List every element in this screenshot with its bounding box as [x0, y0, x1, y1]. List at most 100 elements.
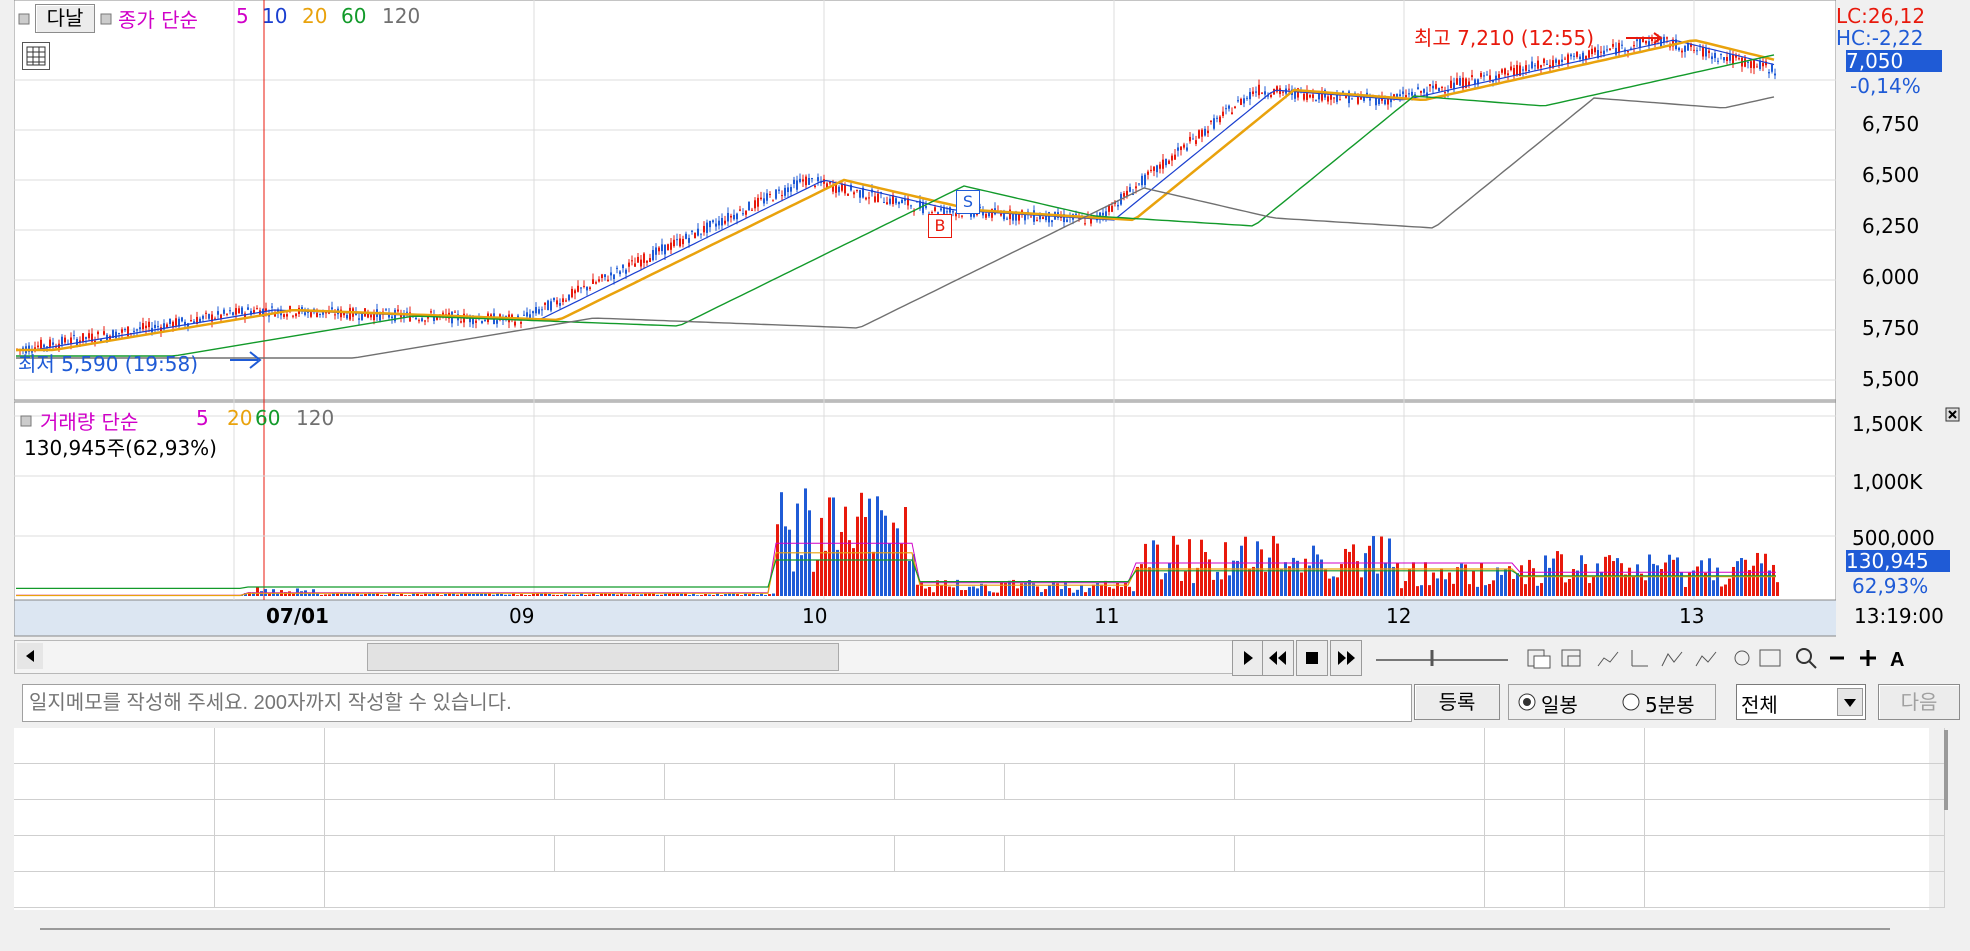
- volume-bar: [1084, 592, 1087, 596]
- fast-forward-button[interactable]: [1330, 640, 1362, 676]
- grid-cell[interactable]: [214, 836, 325, 872]
- grid-cell[interactable]: [324, 872, 1485, 908]
- volume-bar: [1424, 562, 1427, 596]
- triangle-left-icon: [26, 650, 34, 662]
- grid-cell[interactable]: [214, 872, 325, 908]
- grid-cell[interactable]: [1484, 872, 1565, 908]
- volume-bar: [924, 588, 927, 596]
- radio-daily[interactable]: [1517, 692, 1537, 712]
- grid-cell[interactable]: [1484, 836, 1565, 872]
- candle-body: [1234, 106, 1236, 109]
- grid-cell[interactable]: [324, 836, 555, 872]
- grid-cell[interactable]: [14, 800, 215, 836]
- rewind-button[interactable]: [1262, 640, 1294, 676]
- close-pane-button[interactable]: [1944, 406, 1962, 424]
- scroll-thumb[interactable]: [367, 643, 839, 671]
- grid-cell[interactable]: [664, 836, 895, 872]
- candle-body: [1246, 97, 1248, 99]
- grid-cell[interactable]: [14, 836, 215, 872]
- grid-cell[interactable]: [1004, 836, 1235, 872]
- candle-body: [1663, 36, 1665, 43]
- candle-body: [1708, 50, 1710, 54]
- grid-cell[interactable]: [214, 764, 325, 800]
- volume-legend-toggle[interactable]: [20, 412, 32, 431]
- candle-body: [568, 294, 570, 301]
- x-tick: 11: [1094, 604, 1120, 628]
- grid-cell[interactable]: [664, 764, 895, 800]
- candle-body: [769, 194, 771, 196]
- grid-cell[interactable]: [554, 836, 665, 872]
- period-button[interactable]: 다날: [35, 4, 95, 33]
- grid-cell[interactable]: [1564, 872, 1645, 908]
- grid-cell[interactable]: [1644, 764, 1945, 800]
- grid-cell[interactable]: [1644, 872, 1945, 908]
- memo-input[interactable]: [22, 684, 1412, 722]
- volume-bar: [700, 594, 703, 596]
- buy-marker[interactable]: B: [928, 214, 952, 238]
- grid-cell[interactable]: [14, 764, 215, 800]
- candle-body: [712, 220, 714, 223]
- volume-bar: [820, 517, 823, 596]
- candle-body: [1084, 223, 1086, 225]
- volume-bar: [888, 543, 891, 596]
- candle-body: [1555, 59, 1557, 63]
- grid-cell[interactable]: [1644, 728, 1945, 764]
- candle-body: [1255, 91, 1257, 93]
- grid-vscroll[interactable]: [1944, 730, 1948, 810]
- candle-body: [349, 307, 351, 320]
- grid-cell[interactable]: [324, 800, 1485, 836]
- grid-cell[interactable]: [324, 764, 555, 800]
- volume-bar: [1768, 570, 1771, 596]
- radio-daily-label: 일봉: [1541, 693, 1578, 717]
- volume-bar: [824, 550, 827, 596]
- grid-cell[interactable]: [1484, 764, 1565, 800]
- grid-cell[interactable]: [1234, 836, 1485, 872]
- memo-grid-rows: [14, 728, 1945, 910]
- grid-cell[interactable]: [1484, 728, 1565, 764]
- filter-dropdown-button[interactable]: [1837, 688, 1863, 716]
- scroll-right-button[interactable]: [1232, 640, 1264, 676]
- stop-button[interactable]: [1296, 640, 1328, 676]
- next-button[interactable]: 다음: [1878, 684, 1960, 720]
- grid-cell[interactable]: [1564, 764, 1645, 800]
- grid-hscroll[interactable]: [40, 928, 1890, 930]
- sell-marker[interactable]: S: [956, 190, 980, 214]
- grid-cell[interactable]: [1564, 836, 1645, 872]
- grid-cell[interactable]: [554, 764, 665, 800]
- memo-grid[interactable]: [14, 728, 1948, 910]
- volume-bar: [800, 555, 803, 596]
- candle-body: [985, 213, 987, 218]
- grid-cell[interactable]: [894, 764, 1005, 800]
- grid-cell[interactable]: [1004, 764, 1235, 800]
- grid-cell[interactable]: [1644, 800, 1945, 836]
- scroll-left-button[interactable]: [17, 643, 43, 669]
- table-view-button[interactable]: [22, 42, 50, 70]
- price-volume-chart[interactable]: [14, 0, 1836, 640]
- grid-cell[interactable]: [14, 872, 215, 908]
- grid-cell[interactable]: [1564, 728, 1645, 764]
- grid-cell[interactable]: [14, 728, 215, 764]
- grid-cell[interactable]: [1644, 836, 1945, 872]
- grid-cell[interactable]: [1234, 764, 1485, 800]
- volume-bar: [1172, 535, 1175, 596]
- register-button[interactable]: 등록: [1414, 684, 1500, 720]
- radio-5min[interactable]: [1621, 692, 1641, 712]
- grid-cell[interactable]: [1564, 800, 1645, 836]
- price-legend-toggle[interactable]: [100, 10, 112, 29]
- grid-cell[interactable]: [214, 800, 325, 836]
- grid-cell[interactable]: [894, 836, 1005, 872]
- legend-toggle[interactable]: [18, 10, 32, 25]
- candle-body: [1498, 74, 1500, 78]
- candle-body: [838, 186, 840, 193]
- grid-cell[interactable]: [1484, 800, 1565, 836]
- grid-cell[interactable]: [214, 728, 325, 764]
- candle-body: [1438, 87, 1440, 92]
- chart-scrollbar[interactable]: [14, 640, 1241, 674]
- zoom-slider[interactable]: [1372, 644, 1512, 670]
- candle-body: [1174, 154, 1176, 160]
- grid-cell[interactable]: [324, 728, 1485, 764]
- volume-bar: [1632, 575, 1635, 596]
- candle-body: [895, 198, 897, 204]
- filter-select[interactable]: 전체: [1736, 684, 1866, 720]
- chart-panel[interactable]: 다날 종가 단순 5 10 20 60 120 거래량 단순 5 20 60 1…: [14, 0, 1960, 640]
